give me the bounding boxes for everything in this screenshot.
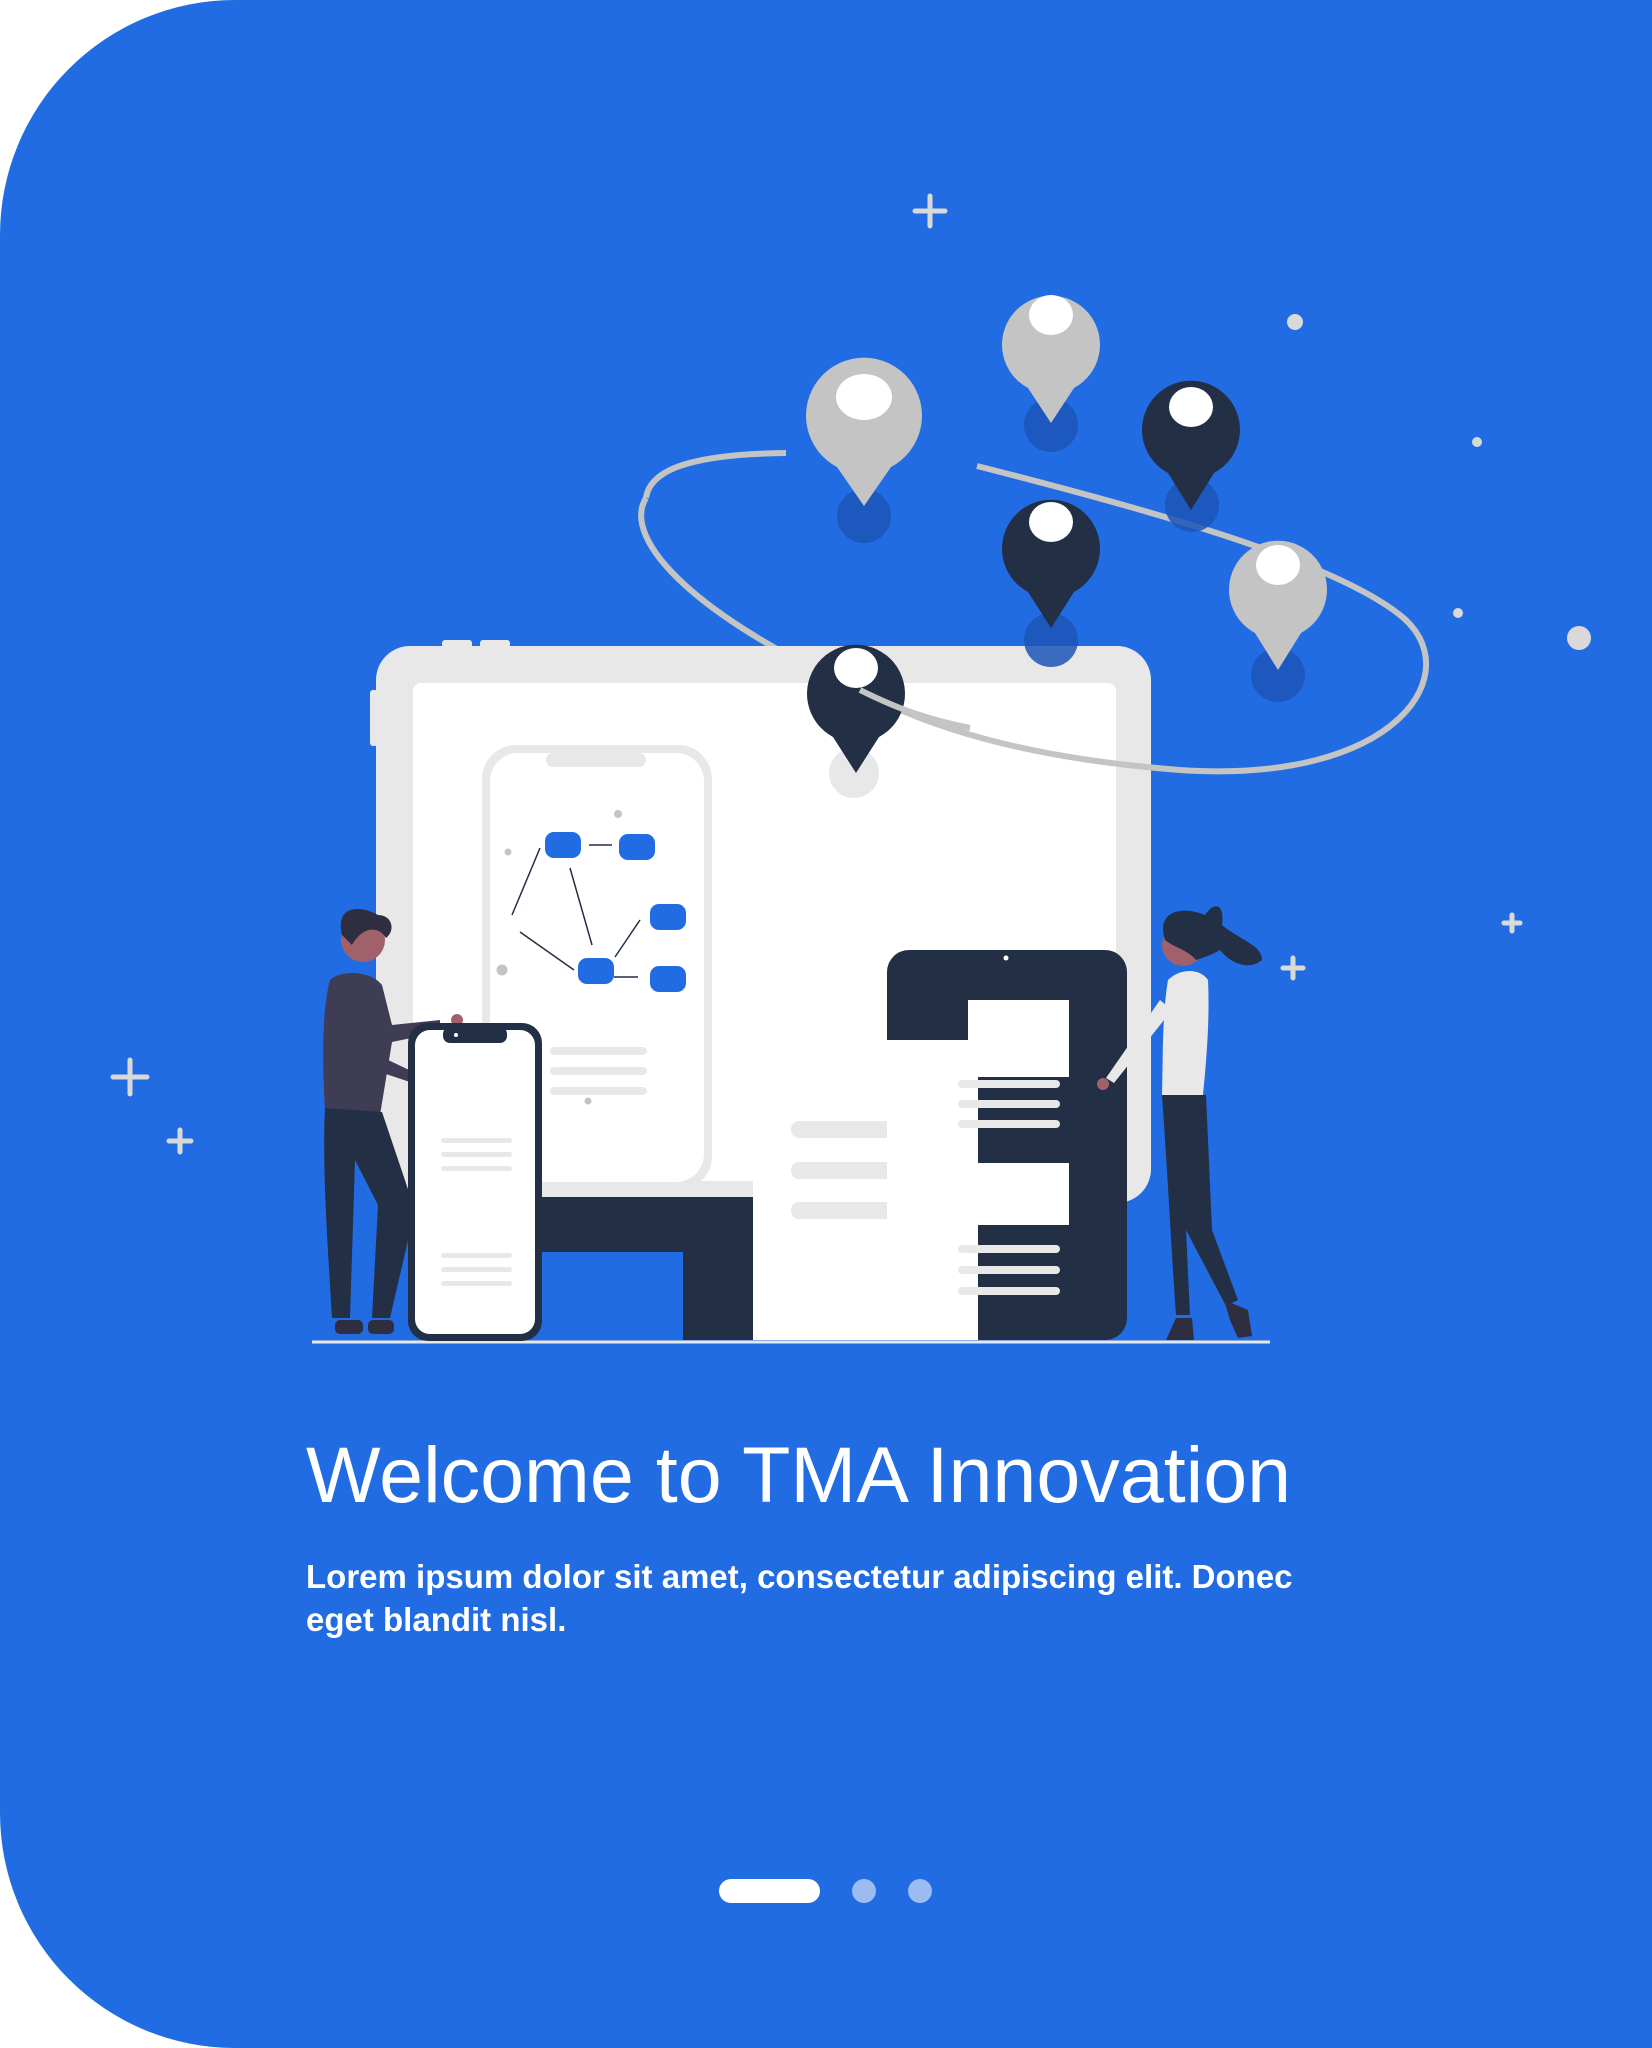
- onboarding-screen: Welcome to TMA Innovation Lorem ipsum do…: [0, 0, 1652, 2048]
- page-indicator: [719, 1879, 932, 1903]
- page-dot-1[interactable]: [719, 1879, 820, 1903]
- location-pin-icon: [1228, 540, 1327, 670]
- man-phone: [408, 1023, 542, 1341]
- welcome-title: Welcome to TMA Innovation: [306, 1430, 1292, 1519]
- welcome-subtitle: Lorem ipsum dolor sit amet, consectetur …: [306, 1558, 1293, 1638]
- location-devices-illustration: [110, 193, 1591, 1344]
- page-dot-2[interactable]: [852, 1879, 876, 1903]
- location-pin-icon: [805, 357, 922, 506]
- location-pin-icon: [1142, 380, 1240, 510]
- location-pin-icon: [1002, 499, 1100, 628]
- dark-tablet: [887, 950, 1127, 1340]
- page-dot-3[interactable]: [908, 1879, 932, 1903]
- location-pin-icon: [1002, 295, 1100, 423]
